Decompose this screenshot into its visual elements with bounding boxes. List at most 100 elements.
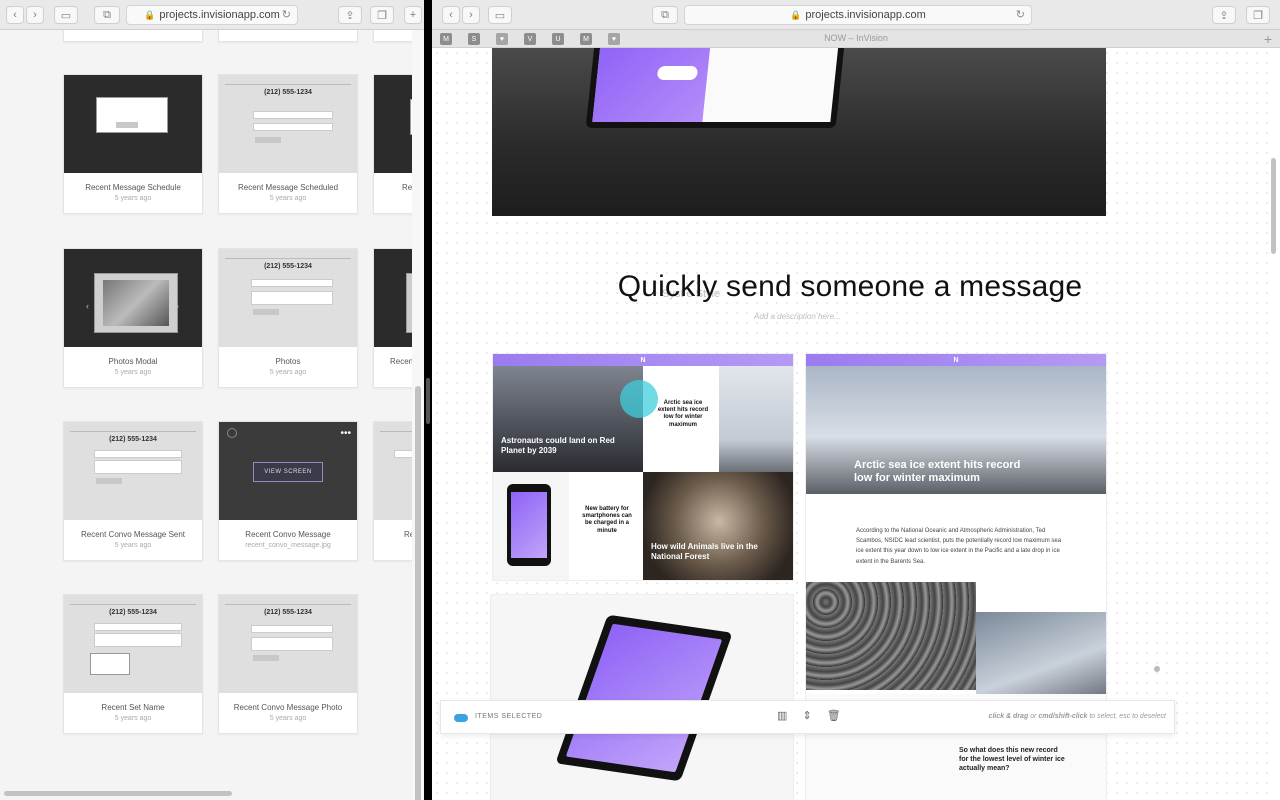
screen-date: 5 years ago: [114, 369, 152, 376]
screen-date: 5 years ago: [269, 369, 307, 376]
sidebar-button[interactable]: ▭: [488, 6, 512, 24]
design-canvas[interactable]: Syst e Style Quickly send someone a mess…: [432, 48, 1268, 800]
screen-date: 5 years ago: [114, 195, 152, 202]
page-headline: Quickly send someone a message: [617, 270, 1083, 303]
screen-card[interactable]: ••• VIEW SCREEN Recent Convo Message rec…: [218, 421, 358, 561]
screen-card[interactable]: [218, 30, 358, 42]
tabs-icon: ⧉: [103, 8, 111, 21]
chevron-left-icon: ‹: [13, 9, 17, 21]
screen-thumbnail: ••• VIEW SCREEN: [219, 422, 357, 520]
screen-card[interactable]: Recent: [373, 248, 412, 388]
left-browser-window: ‹ › ▭ ⧉ 🔒 projects.invisionapp.com ↻ ⇪ ❐…: [0, 0, 424, 800]
tab-title[interactable]: NOW – InVision: [432, 33, 1280, 43]
screen-thumbnail: [64, 75, 202, 173]
screen-thumbnail: [374, 75, 412, 173]
horizontal-scrollbar[interactable]: [4, 791, 232, 796]
address-bar[interactable]: 🔒 projects.invisionapp.com ↻: [684, 5, 1032, 25]
back-button[interactable]: ‹: [442, 6, 460, 24]
article-hero-title: Arctic sea ice extent hits record low fo…: [854, 459, 1021, 485]
address-bar[interactable]: 🔒 projects.invisionapp.com ↻: [126, 5, 298, 25]
screen-title: Recent Convo Message Sent: [80, 530, 186, 539]
chevron-right-icon: ›: [33, 9, 37, 21]
sidebar-icon: ▭: [60, 9, 72, 22]
reload-icon[interactable]: ↻: [1016, 8, 1025, 21]
address-text: projects.invisionapp.com: [805, 9, 926, 21]
trash-icon[interactable]: 🗑: [827, 710, 841, 722]
slider-handle[interactable]: [1154, 666, 1160, 672]
screen-card[interactable]: Rec: [373, 74, 412, 214]
tile-mountain[interactable]: [719, 366, 793, 472]
screen-thumbnail: [374, 249, 412, 347]
share-button[interactable]: ⇪: [1212, 6, 1236, 24]
screen-card[interactable]: ‹ › Photos Modal 5 years ago: [63, 248, 203, 388]
more-options-icon[interactable]: •••: [340, 428, 351, 439]
tile-astronauts[interactable]: Astronauts could land on Red Planet by 2…: [493, 366, 643, 472]
view-screen-button[interactable]: VIEW SCREEN: [253, 462, 323, 482]
screen-card[interactable]: (212) 555-1234 Photos 5 years ago: [218, 248, 358, 388]
sort-icon[interactable]: ⇕: [802, 710, 811, 722]
cursor-highlight: [620, 380, 658, 418]
reload-icon[interactable]: ↻: [282, 8, 291, 21]
share-button[interactable]: ⇪: [338, 6, 362, 24]
screen-card[interactable]: (212) 555-1234 Recent Message Scheduled …: [218, 74, 358, 214]
favorites-bar: M S ♥ V U M ♥ NOW – InVision +: [432, 30, 1280, 48]
chevron-right-icon[interactable]: ›: [176, 301, 179, 311]
screen-card[interactable]: Recent Message Schedule 5 years ago: [63, 74, 203, 214]
divider-grip[interactable]: [426, 378, 430, 424]
hero-laptop-image: [492, 48, 1106, 216]
screen-date: 5 years ago: [114, 542, 152, 549]
tile-battery-text[interactable]: New battery for smartphones can be charg…: [569, 472, 643, 580]
split-view-divider[interactable]: [424, 0, 432, 800]
screen-thumbnail: [374, 422, 412, 520]
screen-title: Re: [404, 530, 412, 539]
vertical-scrollbar[interactable]: [412, 30, 424, 800]
right-browser-window: ‹ › ▭ ⧉ 🔒 projects.invisionapp.com ↻ ⇪ ❐…: [432, 0, 1280, 800]
sidebar-button[interactable]: ▭: [54, 6, 78, 24]
tabs-icon: ❐: [1253, 9, 1263, 22]
artboard-laptop[interactable]: [490, 594, 794, 800]
left-toolbar: ‹ › ▭ ⧉ 🔒 projects.invisionapp.com ↻ ⇪ ❐…: [0, 0, 424, 30]
screen-title: Photos Modal: [108, 357, 158, 366]
screen-title: Recent Set Name: [101, 703, 165, 712]
vertical-scrollbar[interactable]: [1268, 48, 1280, 800]
screen-card[interactable]: (212) 555-1234 Recent Convo Message Phot…: [218, 594, 358, 734]
screen-thumbnail: ‹ ›: [64, 249, 202, 347]
sidebar-icon: ▭: [494, 9, 506, 22]
share-icon: ⇪: [1219, 9, 1229, 22]
columns-icon[interactable]: ▥: [777, 710, 787, 722]
screen-card[interactable]: [63, 30, 203, 42]
tile-phone[interactable]: [493, 472, 569, 580]
forward-button[interactable]: ›: [462, 6, 480, 24]
screen-date: 5 years ago: [269, 195, 307, 202]
screen-thumbnail: (212) 555-1234: [64, 422, 202, 520]
show-tabs-button[interactable]: ❐: [1246, 6, 1270, 24]
screens-grid: Recent Message Schedule 5 years ago (212…: [0, 30, 412, 800]
chevron-left-icon[interactable]: ‹: [86, 301, 89, 311]
screen-card[interactable]: [373, 30, 412, 42]
header-logo: N: [806, 354, 1106, 366]
screen-thumbnail: (212) 555-1234: [219, 595, 357, 693]
tile-bear[interactable]: How wild Animals live in the National Fo…: [643, 472, 793, 580]
screen-card[interactable]: (212) 555-1234 Recent Convo Message Sent…: [63, 421, 203, 561]
selection-toggle[interactable]: [454, 714, 468, 722]
chevron-right-icon: ›: [469, 9, 473, 21]
screen-thumbnail: (212) 555-1234: [64, 595, 202, 693]
tab-overview-button[interactable]: ⧉: [94, 6, 120, 24]
select-circle-icon[interactable]: [227, 428, 237, 438]
plus-icon[interactable]: +: [1264, 31, 1272, 47]
screen-date: 5 years ago: [114, 715, 152, 722]
article-question: So what does this new record for the low…: [959, 747, 1065, 773]
tab-overview-button[interactable]: ⧉: [652, 6, 678, 24]
screen-card[interactable]: (212) 555-1234 Recent Set Name 5 years a…: [63, 594, 203, 734]
screen-title: Recent Convo Message Photo: [233, 703, 343, 712]
screen-card[interactable]: Re: [373, 421, 412, 561]
new-tab-button[interactable]: +: [404, 6, 422, 24]
description-placeholder[interactable]: Add a description here...: [754, 312, 841, 321]
selection-tools: ▥ ⇕ 🗑: [777, 709, 841, 722]
back-button[interactable]: ‹: [6, 6, 24, 24]
show-tabs-button[interactable]: ❐: [370, 6, 394, 24]
tile-arctic-text[interactable]: Arctic sea ice extent hits record low fo…: [643, 366, 719, 472]
screen-thumbnail: (212) 555-1234: [219, 75, 357, 173]
forward-button[interactable]: ›: [26, 6, 44, 24]
screen-thumbnail: (212) 555-1234: [219, 249, 357, 347]
